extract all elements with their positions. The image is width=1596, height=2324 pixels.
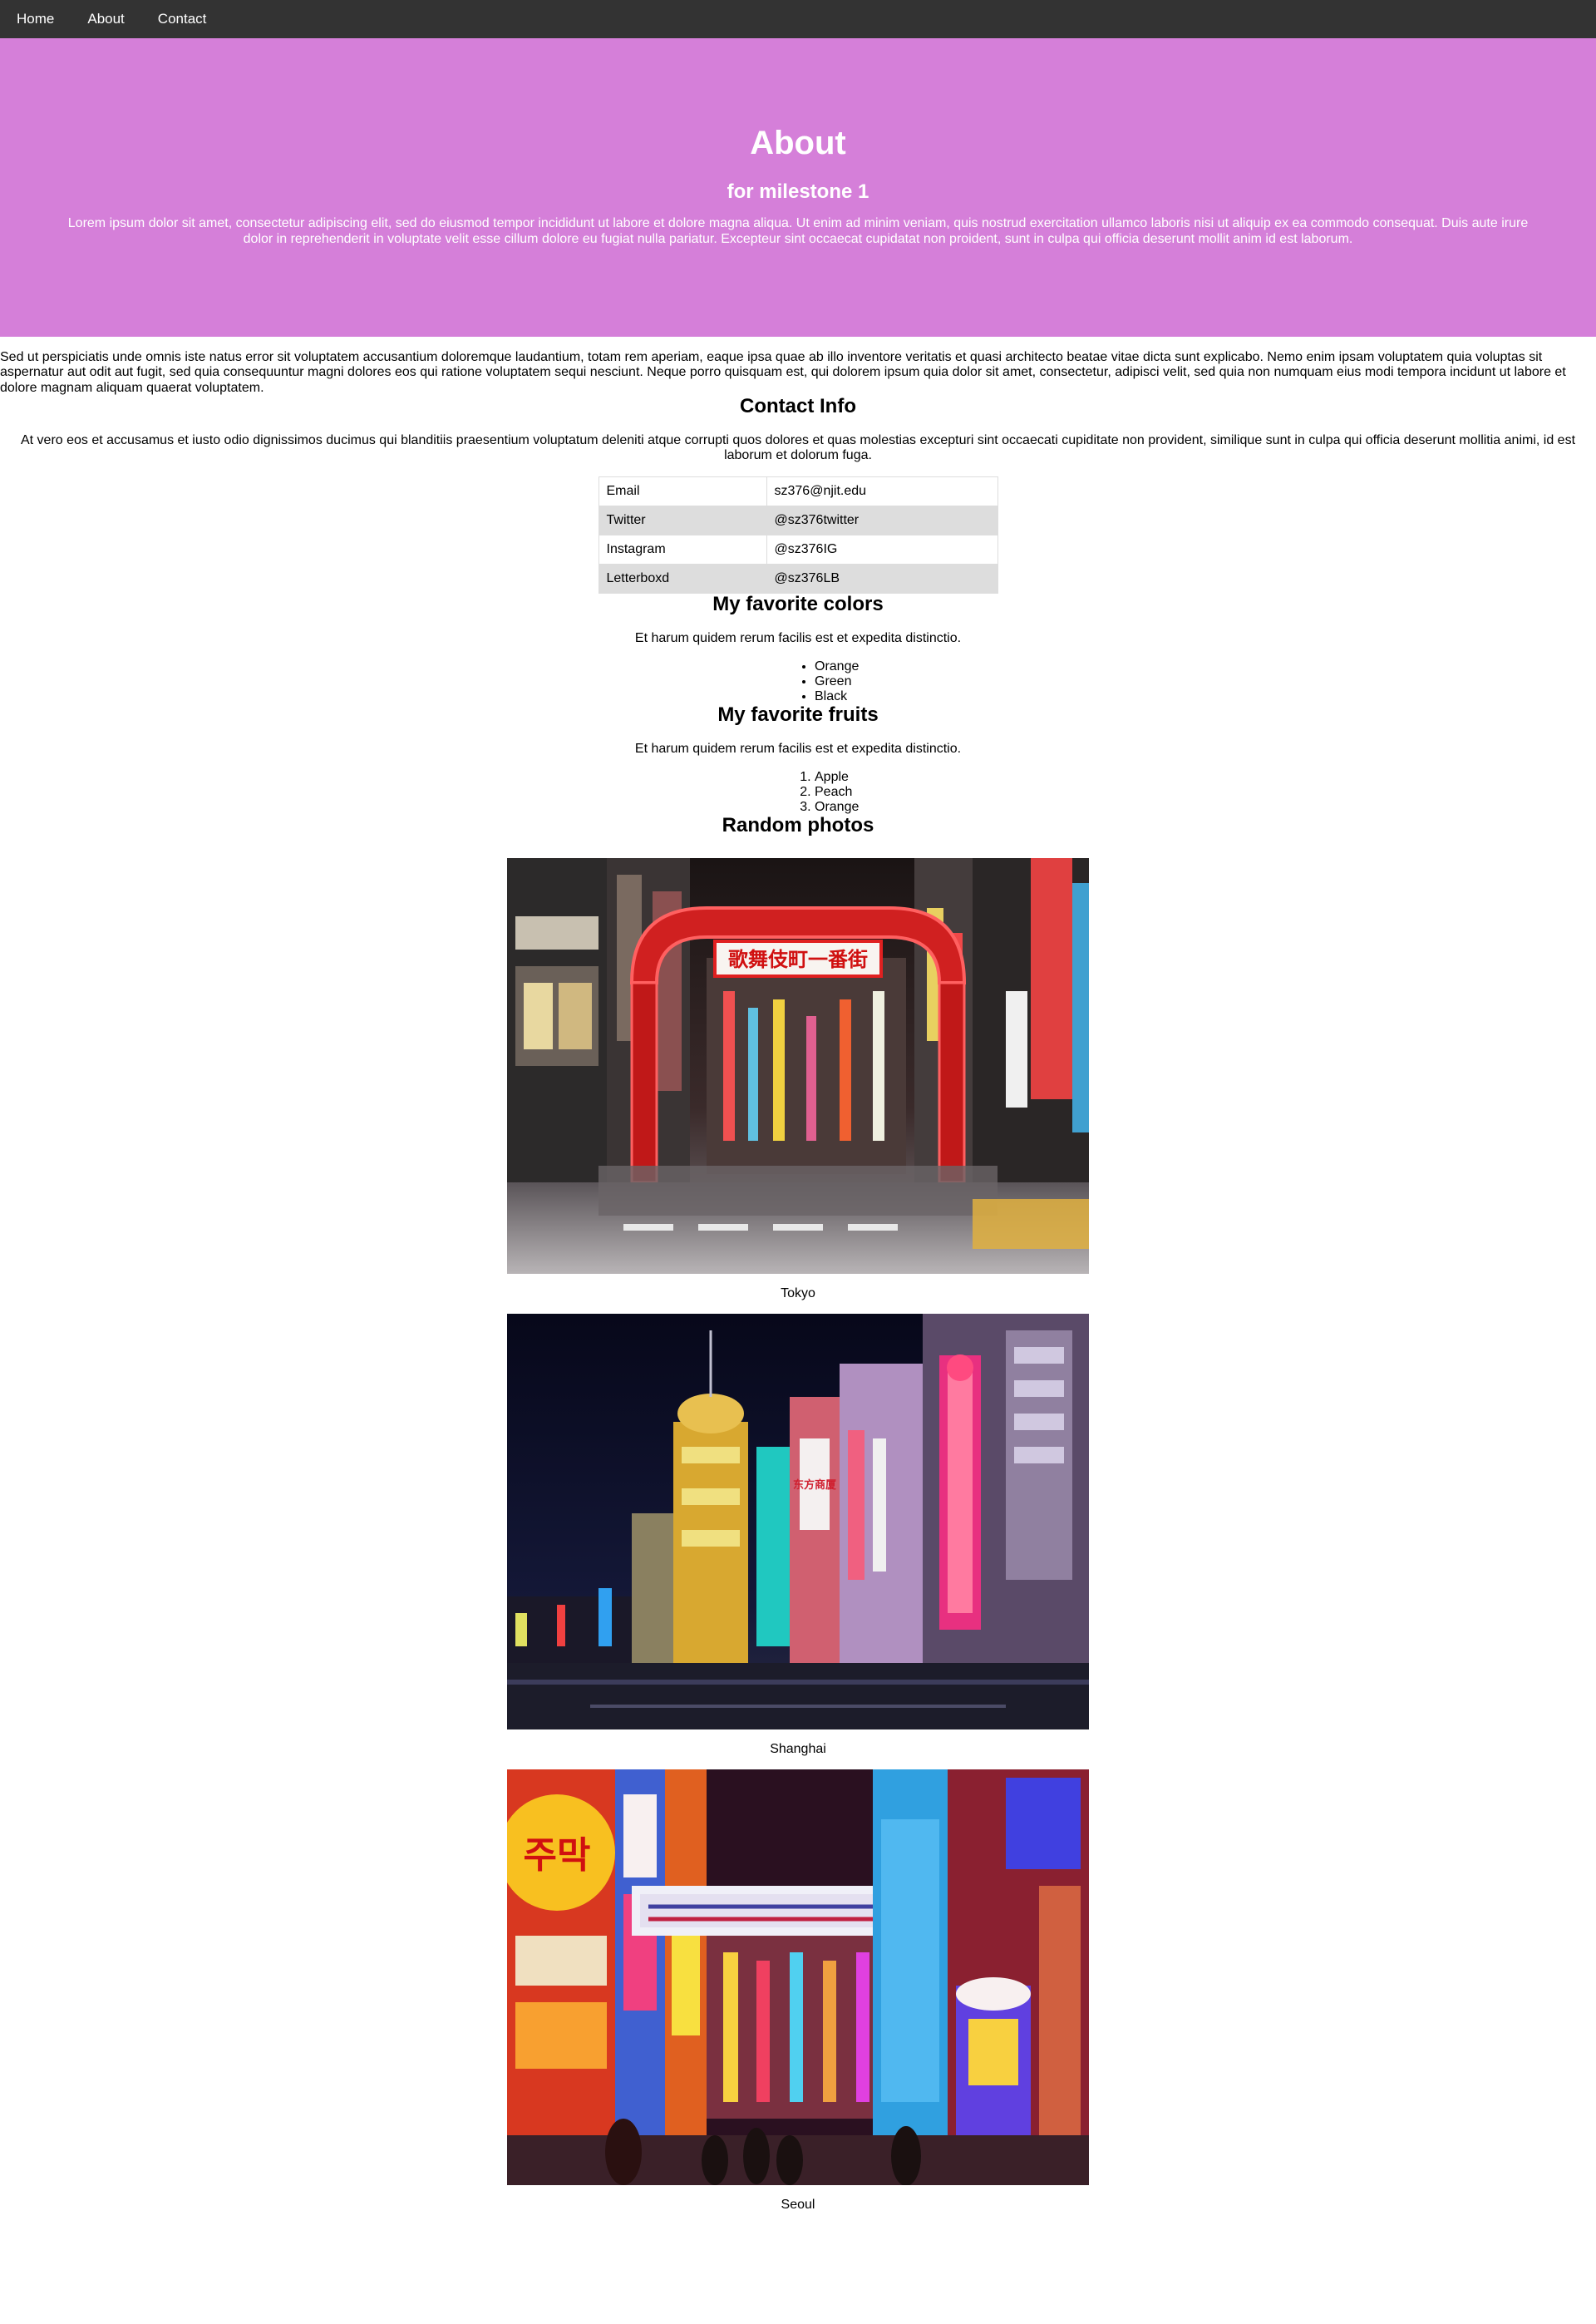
contact-value-twitter: @sz376twitter bbox=[766, 506, 998, 536]
photo-caption-shanghai: Shanghai bbox=[770, 1742, 826, 1757]
list-item: Black bbox=[815, 689, 898, 704]
fruits-title: My favorite fruits bbox=[717, 703, 879, 727]
contact-value-email: sz376@njit.edu bbox=[766, 476, 998, 507]
contact-section: Contact Info At vero eos et accusamus et… bbox=[0, 395, 1596, 595]
colors-title: My favorite colors bbox=[712, 593, 884, 616]
photo-figure-tokyo: 歌舞伎町一番街 Tokyo bbox=[507, 858, 1089, 1314]
nav-link-contact[interactable]: Contact bbox=[146, 11, 219, 27]
table-row: Twitter @sz376twitter bbox=[598, 506, 998, 536]
fruits-list: Apple Peach Orange bbox=[781, 770, 898, 815]
hero-banner: About for milestone 1 Lorem ipsum dolor … bbox=[0, 38, 1596, 337]
contact-label-letterboxd: Letterboxd bbox=[598, 564, 767, 595]
contact-description: At vero eos et accusamus et iusto odio d… bbox=[20, 432, 1576, 462]
photo-caption-seoul: Seoul bbox=[781, 2198, 815, 2213]
colors-section: My favorite colors Et harum quidem rerum… bbox=[0, 593, 1596, 704]
list-item: Orange bbox=[815, 800, 898, 815]
table-row: Email sz376@njit.edu bbox=[598, 476, 998, 507]
photo-tokyo: 歌舞伎町一番街 bbox=[507, 858, 1089, 1275]
hero-text: Lorem ipsum dolor sit amet, consectetur … bbox=[67, 216, 1529, 246]
photos-title: Random photos bbox=[722, 813, 874, 836]
nav-link-home[interactable]: Home bbox=[5, 11, 66, 27]
contact-label-instagram: Instagram bbox=[598, 535, 767, 565]
page-title: About bbox=[750, 125, 846, 161]
list-item: Orange bbox=[815, 659, 898, 674]
seoul-sign-text: 주막 bbox=[524, 1834, 591, 1877]
photo-shanghai: 东方商厦 bbox=[507, 1314, 1089, 1730]
top-navbar: Home About Contact bbox=[0, 0, 1596, 38]
photo-seoul: 주막 bbox=[507, 1769, 1089, 2186]
fruits-description: Et harum quidem rerum facilis est et exp… bbox=[634, 741, 962, 756]
fruits-section: My favorite fruits Et harum quidem rerum… bbox=[0, 703, 1596, 815]
contact-table: Email sz376@njit.edu Twitter @sz376twitt… bbox=[598, 476, 998, 595]
photo-figure-seoul: 주막 Seoul bbox=[507, 1769, 1089, 2225]
contact-value-instagram: @sz376IG bbox=[766, 535, 998, 565]
colors-description: Et harum quidem rerum facilis est et exp… bbox=[634, 630, 962, 645]
contact-value-letterboxd: @sz376LB bbox=[766, 564, 998, 595]
table-row: Instagram @sz376IG bbox=[598, 535, 998, 565]
photo-caption-tokyo: Tokyo bbox=[781, 1286, 815, 1301]
colors-list: Orange Green Black bbox=[781, 659, 898, 704]
nav-link-about[interactable]: About bbox=[76, 11, 135, 27]
contact-title: Contact Info bbox=[740, 395, 856, 418]
list-item: Peach bbox=[815, 785, 898, 800]
tokyo-sign-text: 歌舞伎町一番街 bbox=[728, 948, 868, 971]
intro-paragraph: Sed ut perspiciatis unde omnis iste natu… bbox=[0, 350, 1566, 395]
list-item: Apple bbox=[815, 770, 898, 785]
photos-section: Random photos 歌舞伎町一番街 Tokyo 东方商厦 Shangha… bbox=[0, 813, 1596, 2225]
contact-label-email: Email bbox=[598, 476, 767, 507]
shanghai-sign-text: 东方商厦 bbox=[793, 1478, 837, 1492]
table-row: Letterboxd @sz376LB bbox=[598, 564, 998, 595]
page-subtitle: for milestone 1 bbox=[727, 180, 869, 203]
photo-figure-shanghai: 东方商厦 Shanghai bbox=[507, 1314, 1089, 1769]
list-item: Green bbox=[815, 674, 898, 689]
contact-label-twitter: Twitter bbox=[598, 506, 767, 536]
